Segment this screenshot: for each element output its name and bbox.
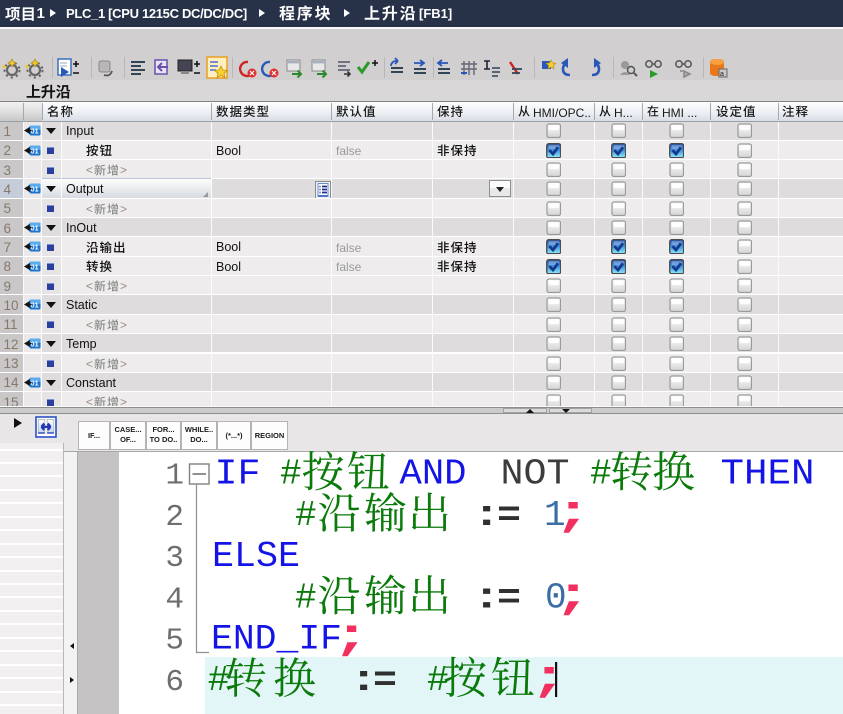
svg-text:=: = — [497, 577, 521, 618]
svg-text:=: = — [497, 495, 521, 536]
svg-text:#: # — [208, 660, 230, 701]
svg-text:IF: IF — [215, 454, 261, 495]
svg-text:#: # — [295, 495, 317, 536]
svg-text:;: ; — [553, 571, 593, 621]
svg-text:;: ; — [553, 488, 593, 538]
svg-text:#: # — [590, 454, 612, 495]
svg-text:AND: AND — [400, 454, 467, 495]
svg-text:;: ; — [529, 653, 569, 703]
svg-text:END_IF: END_IF — [211, 619, 342, 660]
svg-text:#: # — [280, 454, 302, 495]
svg-text:5: 5 — [165, 624, 184, 659]
svg-text:ELSE: ELSE — [212, 536, 300, 577]
svg-text:;: ; — [332, 612, 372, 662]
svg-text:3: 3 — [165, 541, 184, 576]
svg-text:6: 6 — [165, 665, 184, 700]
svg-text:2: 2 — [165, 500, 184, 535]
svg-text:THEN: THEN — [721, 454, 815, 495]
svg-text:#: # — [295, 577, 317, 618]
svg-text:1: 1 — [165, 459, 184, 494]
svg-text:=: = — [373, 660, 397, 701]
svg-text:4: 4 — [165, 582, 184, 617]
